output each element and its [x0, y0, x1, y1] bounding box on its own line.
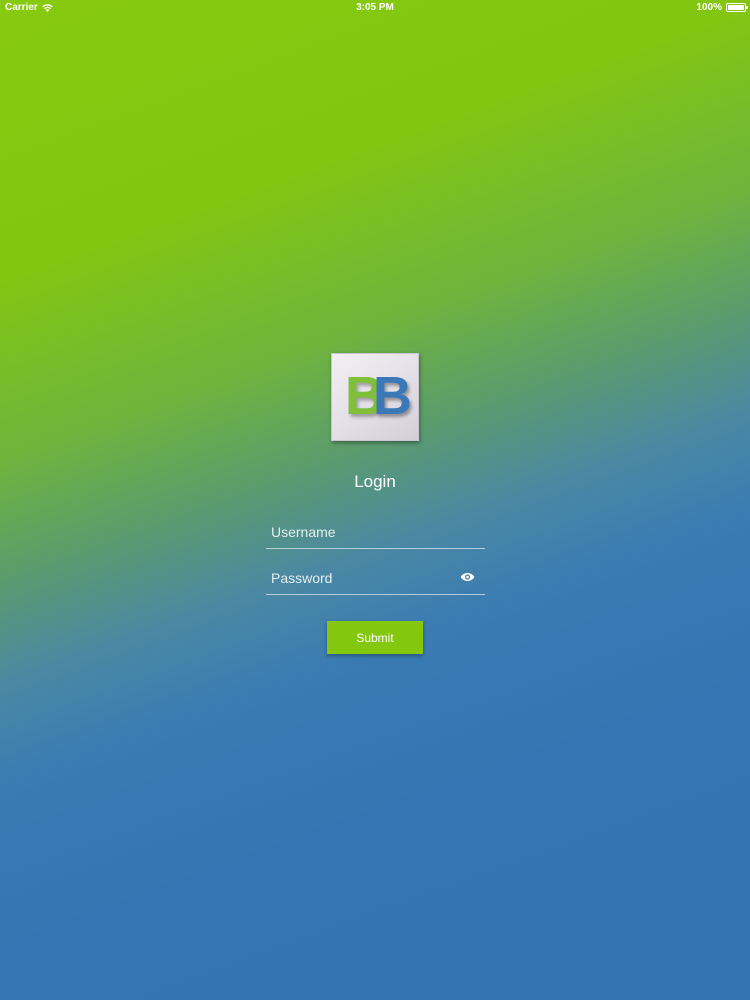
username-input[interactable]	[271, 522, 451, 542]
username-field	[266, 517, 485, 549]
logo-letter-blue: B	[373, 366, 412, 426]
status-battery: 100%	[696, 2, 748, 13]
app-logo: B B	[331, 353, 419, 441]
battery-icon	[726, 3, 748, 12]
password-field	[266, 563, 485, 595]
status-time: 3:05 PM	[356, 2, 394, 13]
eye-icon[interactable]	[460, 571, 475, 583]
battery-percent: 100%	[696, 2, 722, 13]
battery-fill	[728, 5, 744, 10]
submit-button[interactable]: Submit	[327, 621, 423, 654]
status-bar: Carrier 3:05 PM 100%	[0, 0, 750, 16]
login-title: Login	[354, 472, 396, 491]
password-input[interactable]	[271, 568, 451, 588]
